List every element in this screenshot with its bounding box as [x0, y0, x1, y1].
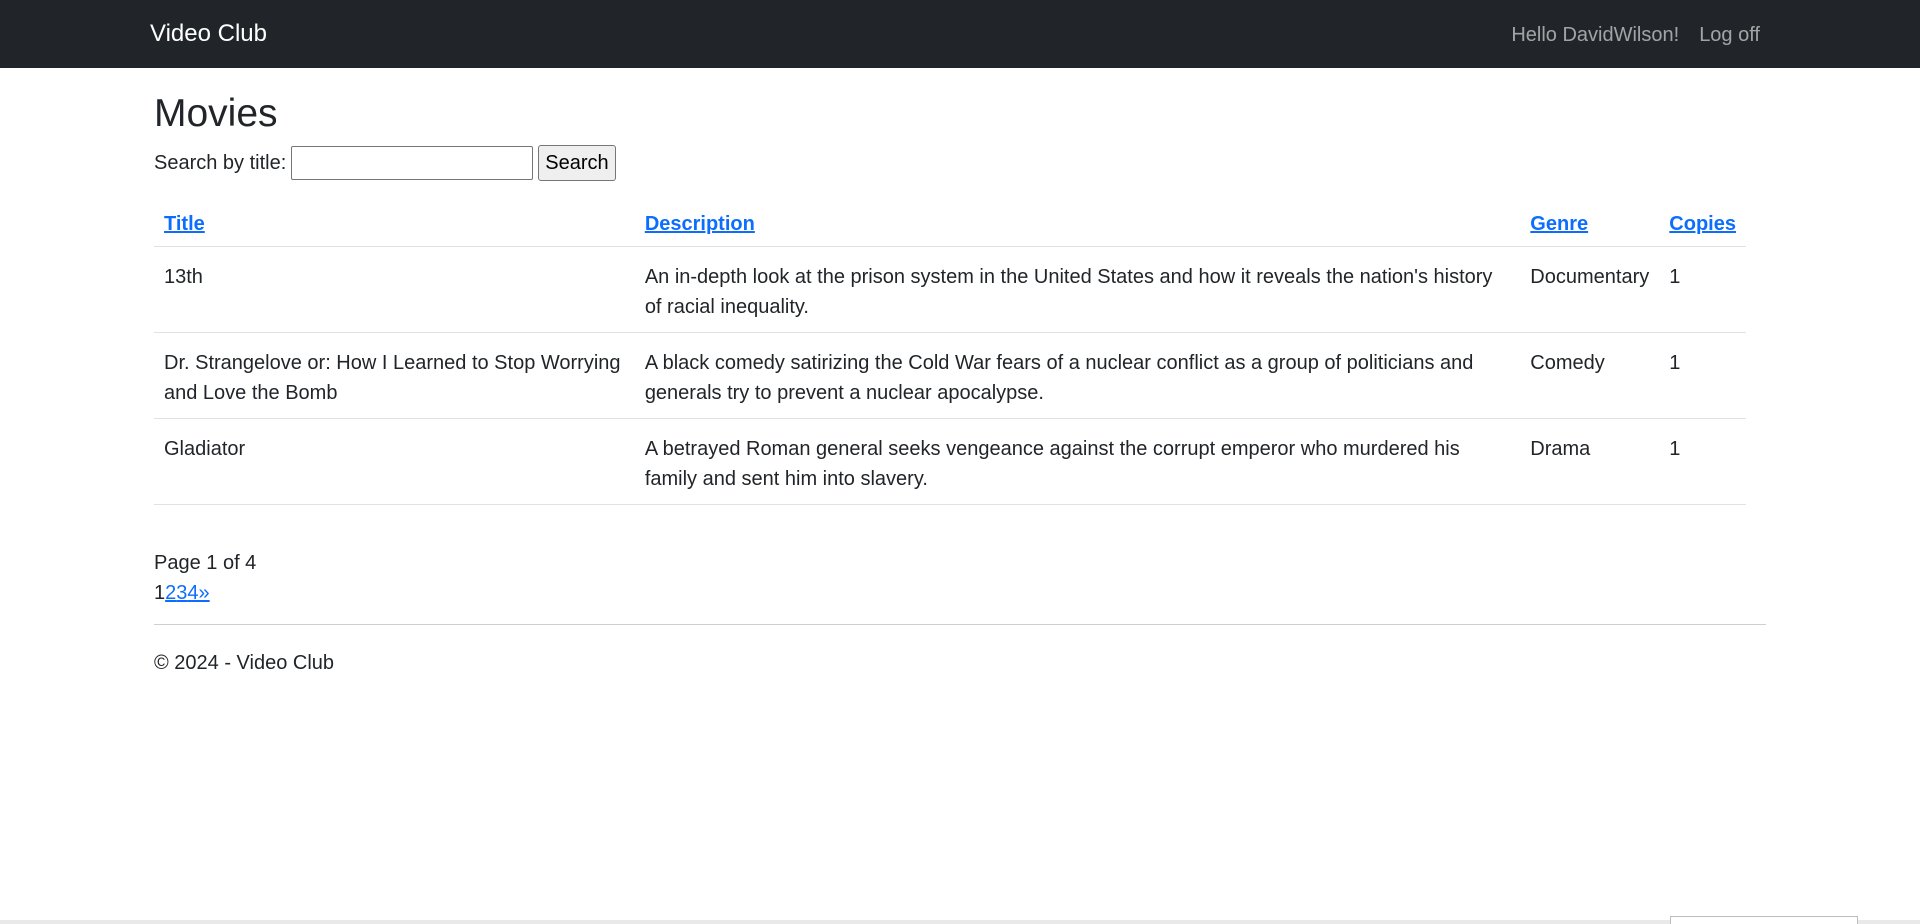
- table-row: 13th An in-depth look at the prison syst…: [154, 246, 1746, 333]
- search-label: Search by title:: [154, 151, 287, 174]
- brand-link[interactable]: Video Club: [150, 18, 267, 50]
- page-next-link[interactable]: »: [199, 578, 210, 608]
- header-description: Description: [634, 204, 1521, 247]
- search-title-input[interactable]: [291, 146, 534, 180]
- sort-title-link[interactable]: Title: [164, 213, 205, 235]
- footer-divider: [154, 624, 1766, 625]
- cell-genre: Drama: [1520, 418, 1660, 505]
- header-genre: Genre: [1520, 204, 1660, 247]
- cell-copies: 1: [1659, 332, 1746, 419]
- page-link-3[interactable]: 3: [176, 578, 187, 608]
- movies-table: Title Description Genre Copies 13th An i…: [154, 204, 1746, 505]
- cell-genre: Documentary: [1520, 246, 1660, 333]
- page-link-4[interactable]: 4: [187, 578, 198, 608]
- sort-copies-link[interactable]: Copies: [1669, 213, 1736, 235]
- page-link-2[interactable]: 2: [165, 578, 176, 608]
- table-row: Dr. Strangelove or: How I Learned to Sto…: [154, 332, 1746, 419]
- bottom-strip: [0, 920, 1920, 924]
- table-row: Gladiator A betrayed Roman general seeks…: [154, 418, 1746, 505]
- footer-copyright: © 2024 - Video Club: [154, 652, 335, 674]
- logoff-link[interactable]: Log off: [1699, 20, 1760, 50]
- cell-description: A betrayed Roman general seeks vengeance…: [634, 418, 1521, 505]
- header-copies: Copies: [1659, 204, 1746, 247]
- cell-title: Dr. Strangelove or: How I Learned to Sto…: [154, 332, 635, 419]
- page-title: Movies: [154, 92, 278, 135]
- search-form: Search by title: Search: [154, 145, 616, 181]
- cell-description: An in-depth look at the prison system in…: [634, 246, 1521, 333]
- cell-genre: Comedy: [1520, 332, 1660, 419]
- sort-genre-link[interactable]: Genre: [1530, 213, 1588, 235]
- bottom-panel-edge: [1670, 916, 1858, 924]
- cell-description: A black comedy satirizing the Cold War f…: [634, 332, 1521, 419]
- cell-copies: 1: [1659, 246, 1746, 333]
- table-header-row: Title Description Genre Copies: [154, 204, 1746, 247]
- page-current: 1: [154, 582, 166, 604]
- cell-title: Gladiator: [154, 418, 635, 505]
- header-title: Title: [154, 204, 635, 247]
- user-greeting-link[interactable]: Hello DavidWilson!: [1511, 20, 1679, 50]
- search-button[interactable]: Search: [538, 145, 616, 181]
- top-navbar: Video Club Hello DavidWilson! Log off: [0, 0, 1920, 68]
- nav-user-links: Hello DavidWilson! Log off: [1511, 20, 1760, 50]
- cell-copies: 1: [1659, 418, 1746, 505]
- sort-description-link[interactable]: Description: [645, 213, 755, 235]
- pagination: 1 2 3 4»: [154, 578, 210, 608]
- cell-title: 13th: [154, 246, 635, 333]
- pager-info: Page 1 of 4: [154, 552, 257, 574]
